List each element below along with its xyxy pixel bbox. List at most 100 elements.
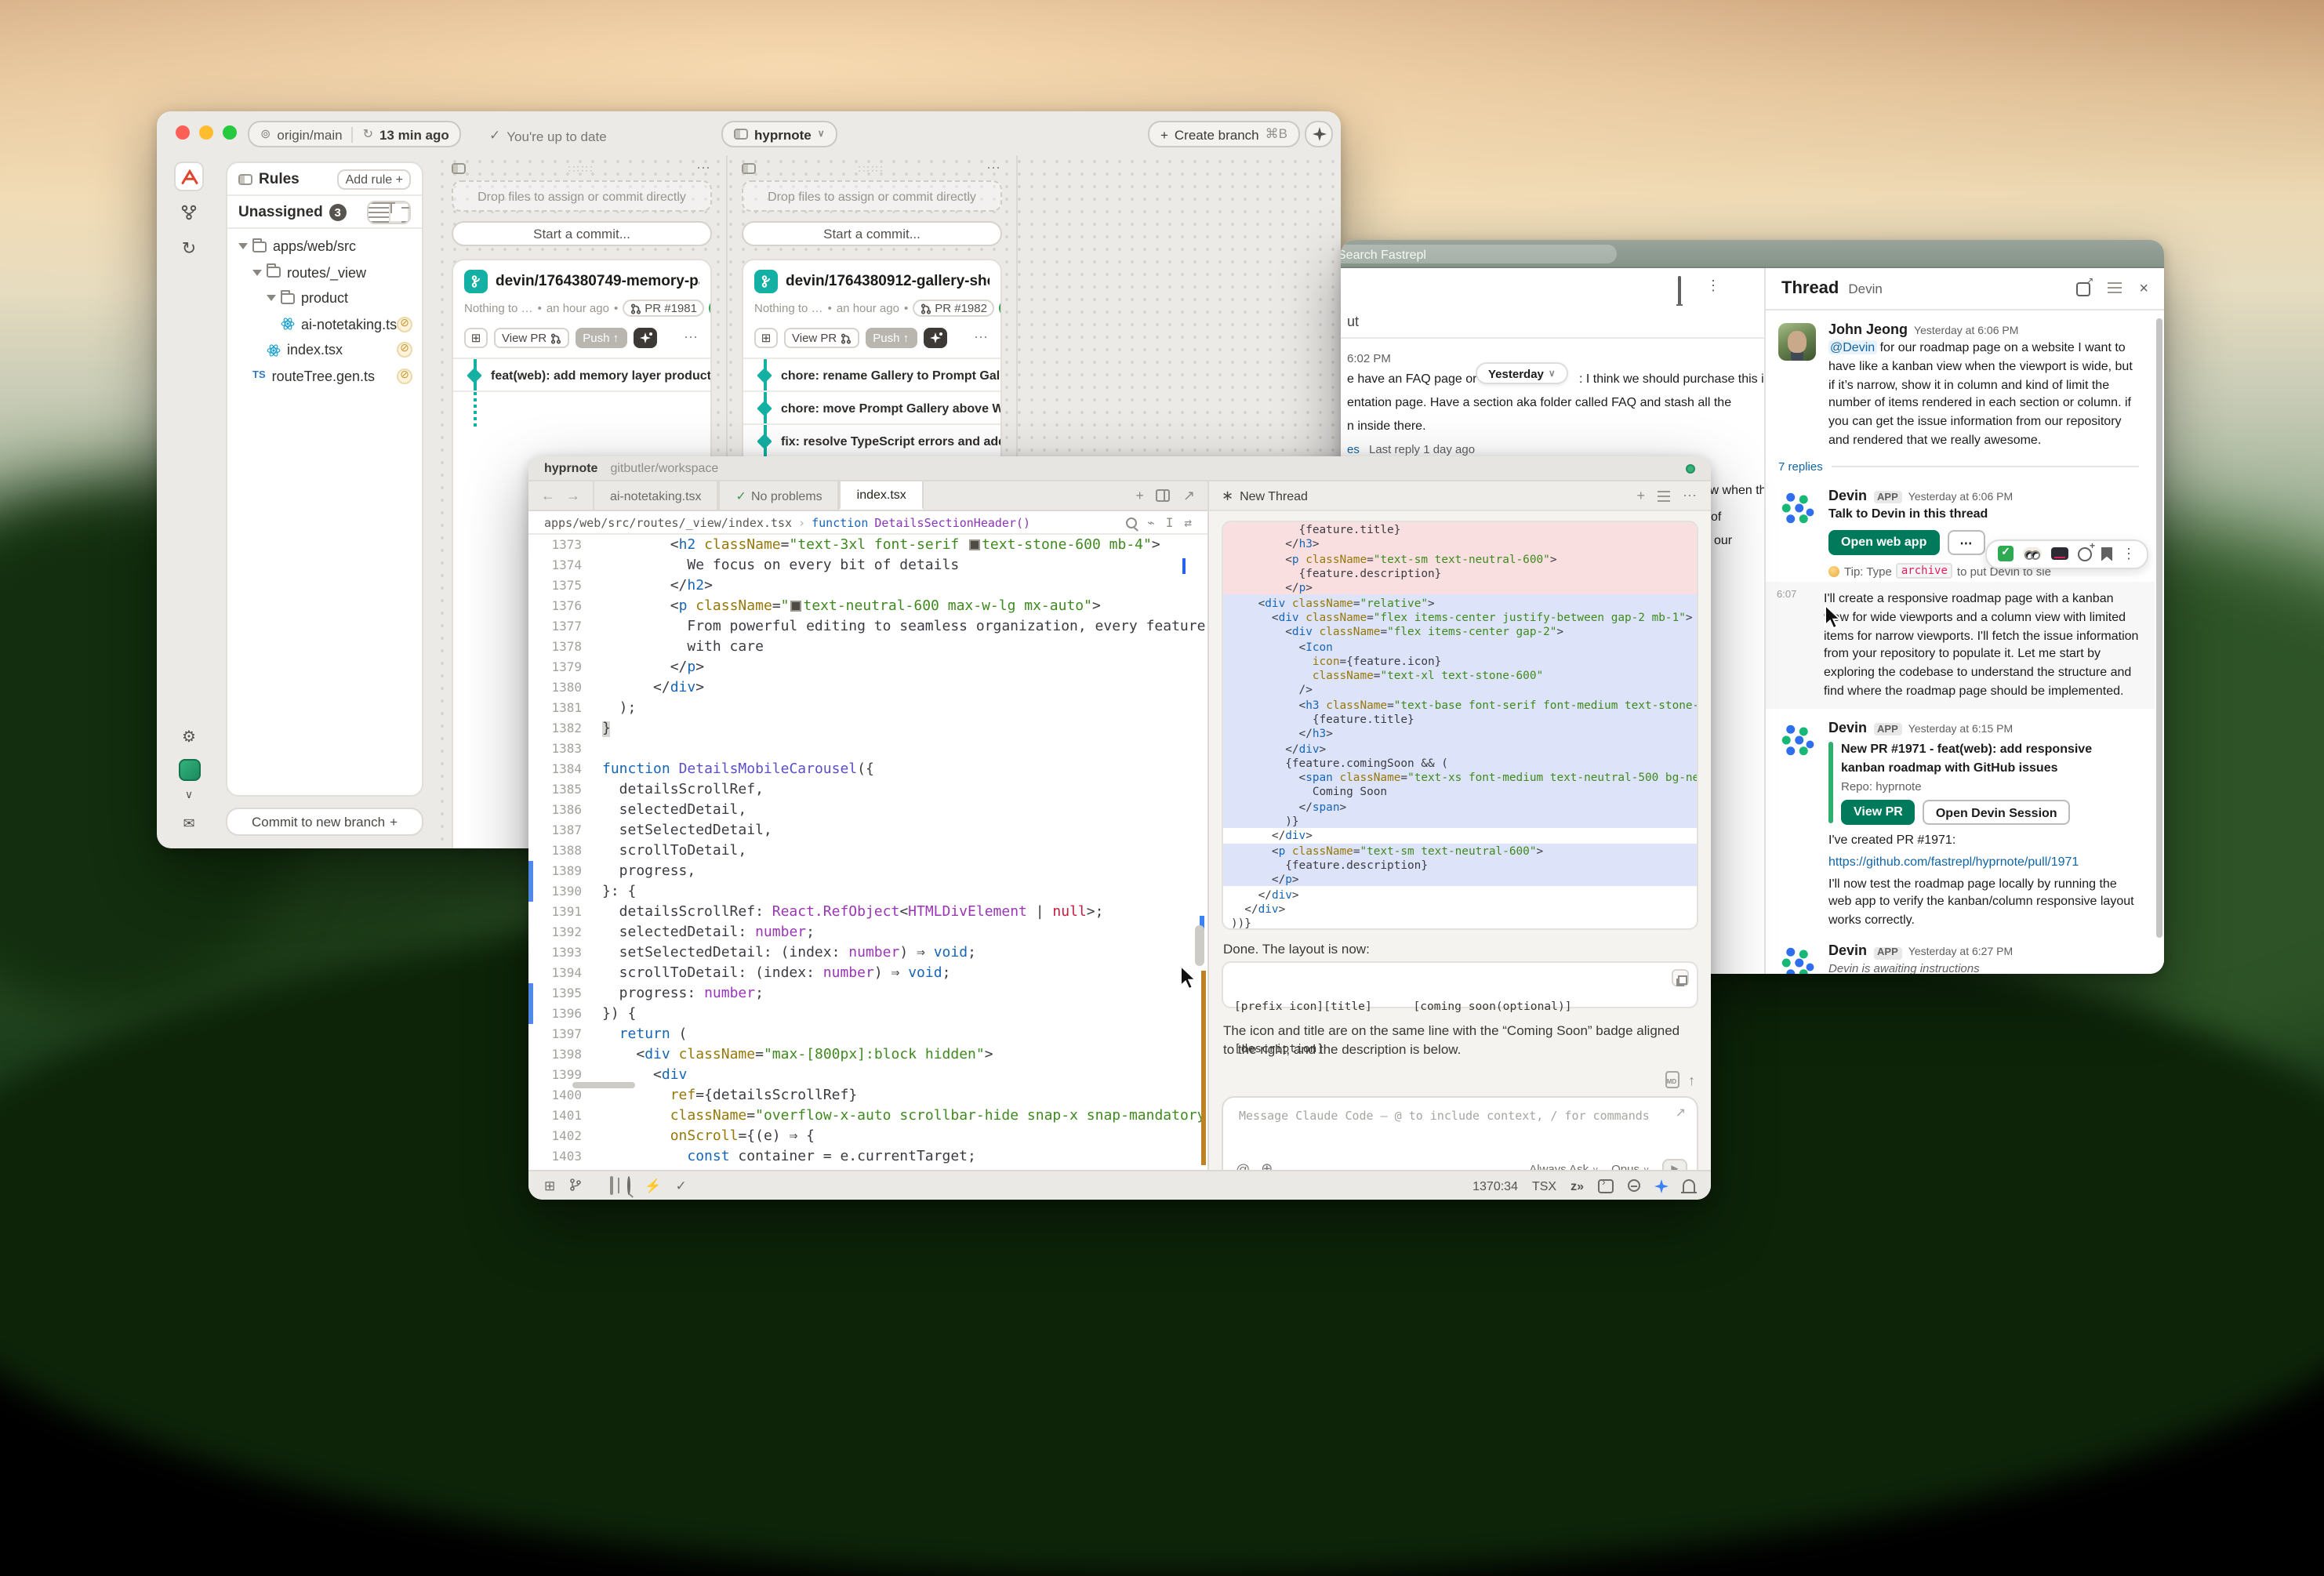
tasks-done-icon[interactable]: ✓ (675, 1177, 686, 1194)
start-commit-button[interactable]: Start a commit... (742, 221, 1002, 246)
check-reaction-icon[interactable]: ✓ (1998, 547, 2014, 562)
replies-link-fragment[interactable]: es (1347, 442, 1360, 456)
lane-menu-icon[interactable]: ⋯ (986, 160, 1002, 177)
mention-chip[interactable]: @Devin (1828, 340, 1876, 354)
more-actions-icon[interactable]: ⋮ (2122, 546, 2136, 563)
selection-icon[interactable]: ⌁ (1147, 515, 1155, 529)
breadcrumb[interactable]: apps/web/src/routes/_view/index.tsx › fu… (528, 511, 1207, 535)
avatar-devin[interactable] (1778, 945, 1816, 974)
project-name[interactable]: hyprnote (544, 461, 597, 475)
timestamp[interactable]: 6:07 (1777, 590, 1796, 601)
author-name[interactable]: Devin (1828, 488, 1867, 503)
close-thread-icon[interactable]: × (2139, 280, 2148, 297)
search-input[interactable]: Search Fastrepl (1341, 245, 1617, 263)
expand-composer-icon[interactable]: ↗ (1676, 1106, 1686, 1120)
nav-back-icon[interactable]: ← (541, 488, 555, 503)
pr-link[interactable]: https://github.com/fastrepl/hyprnote/pul… (1828, 855, 2139, 869)
scroll-up-icon[interactable]: ↑ (1688, 1072, 1695, 1088)
push-button[interactable]: Push ↑ (865, 328, 917, 348)
drop-files-zone[interactable]: Drop files to assign or commit directly (452, 180, 712, 212)
thread-scrollbar[interactable] (2156, 318, 2162, 938)
branch-menu-icon[interactable]: ⋯ (684, 329, 699, 347)
commit-action-icon[interactable]: ⊞ (754, 328, 778, 348)
search-icon[interactable] (627, 1178, 630, 1193)
panel-menu-icon[interactable]: ⋯ (1683, 487, 1698, 504)
close-button[interactable] (176, 125, 190, 140)
zoom-button[interactable] (223, 125, 237, 140)
drag-handle-icon[interactable]: ∷∷∷ (859, 162, 884, 175)
history-view-button[interactable]: ↻ (174, 234, 204, 263)
new-tab-icon[interactable]: + (1135, 488, 1144, 503)
collab-status-icon[interactable] (1686, 463, 1695, 473)
branches-view-button[interactable] (174, 198, 204, 227)
view-pr-button[interactable]: View PR (784, 328, 859, 348)
search-icon[interactable] (1125, 517, 1136, 528)
open-web-app-button[interactable]: Open web app (1828, 530, 1939, 555)
notification-bell-icon[interactable] (1683, 1179, 1695, 1192)
collab-panel-icon[interactable] (610, 1178, 613, 1193)
author-name[interactable]: Devin (1828, 720, 1867, 735)
commit-row[interactable]: chore: move Prompt Gallery above Workflo… (743, 392, 1000, 425)
branch-name[interactable]: devin/1764380749-memory-page (496, 273, 699, 290)
branch-name[interactable]: gitbutler/workspace (610, 461, 718, 475)
more-options-icon[interactable]: ⋮ (1706, 278, 1720, 306)
git-panel-icon[interactable] (569, 1177, 582, 1194)
push-button[interactable]: Push ↑ (575, 328, 626, 348)
author-name[interactable]: John Jeong (1828, 321, 1908, 337)
lane-menu-icon[interactable]: ⋯ (696, 160, 712, 177)
actions-icon[interactable]: ⚡ (645, 1177, 661, 1194)
view-pr-button[interactable]: View PR (1841, 801, 1915, 826)
branch-name[interactable]: devin/1764380912-gallery-shortcuts (786, 273, 990, 290)
diagnostics-indicator[interactable]: ✓No problems (719, 481, 840, 510)
nav-forward-icon[interactable]: → (566, 488, 580, 503)
tree-item-ai-notetaking-tsx[interactable]: ai-notetaking.tsx⊘ (227, 311, 422, 337)
settings-button[interactable]: ⚙ (174, 723, 204, 753)
cursor-position[interactable]: 1370:34 (1472, 1178, 1518, 1193)
notification-bell-icon[interactable] (1678, 278, 1681, 306)
horizontal-scrollbar-thumb[interactable] (572, 1082, 635, 1088)
markdown-icon[interactable]: MD (1665, 1071, 1679, 1088)
debug-icon[interactable] (1628, 1179, 1640, 1192)
more-actions-button[interactable]: ⋯ (1947, 530, 1984, 555)
composer-input[interactable] (1236, 1107, 1665, 1124)
pr-number-pill[interactable]: PR #1982 (913, 300, 995, 317)
copy-icon[interactable] (1672, 969, 1689, 986)
open-devin-session-button[interactable]: Open Devin Session (1923, 801, 2070, 826)
drop-files-zone[interactable]: Drop files to assign or commit directly (742, 180, 1002, 212)
thread-filter-icon[interactable] (2108, 282, 2122, 295)
avatar-devin[interactable] (1778, 721, 1816, 759)
project-selector[interactable]: hyprnote ∨ (721, 121, 837, 147)
commit-to-new-branch-button[interactable]: Commit to new branch+ (226, 808, 423, 836)
scrollbar-thumb[interactable] (1195, 925, 1204, 966)
avatar-john[interactable] (1778, 323, 1816, 361)
gitbutler-assistant-icon[interactable] (178, 759, 200, 781)
open-in-window-icon[interactable] (2076, 281, 2090, 296)
minimize-button[interactable] (199, 125, 213, 140)
date-divider-pill[interactable]: Yesterday∨ (1476, 362, 1568, 384)
commit-action-icon[interactable]: ⊞ (464, 328, 488, 348)
bookmark-icon[interactable] (2101, 547, 2112, 561)
commit-row[interactable]: fix: resolve TypeScript errors and add r… (743, 425, 1000, 458)
eyes-reaction-icon[interactable] (2023, 548, 2042, 561)
cursor-icon[interactable]: I (1166, 515, 1174, 529)
technologist-reaction-icon[interactable] (2051, 548, 2068, 561)
diff-toggle-icon[interactable]: ⇄ (1184, 515, 1192, 529)
tab-ai-notetaking[interactable]: ai-notetaking.tsx (593, 481, 719, 510)
add-rule-button[interactable]: Add rule + (338, 169, 411, 189)
language-mode[interactable]: TSX (1532, 1178, 1556, 1193)
tree-view-icon[interactable] (389, 202, 409, 222)
ai-commit-button[interactable] (923, 328, 946, 348)
view-pr-button[interactable]: View PR (494, 328, 568, 348)
remote-status-pill[interactable]: ⊚ origin/main ↻ 13 min ago (248, 121, 462, 147)
tab-index-tsx[interactable]: index.tsx (840, 481, 924, 510)
list-view-icon[interactable] (369, 202, 389, 222)
ai-commit-button[interactable] (633, 328, 656, 348)
split-pane-icon[interactable] (1157, 489, 1171, 502)
ai-actions-button[interactable] (1305, 121, 1333, 147)
add-reaction-icon[interactable] (2078, 547, 2092, 561)
channel-tab-fragment[interactable]: ut (1347, 314, 1359, 329)
view-mode-toggle[interactable] (367, 200, 411, 223)
author-name[interactable]: Devin (1828, 943, 1867, 959)
tree-item-index-tsx[interactable]: index.tsx⊘ (227, 337, 422, 363)
tree-item-apps-web-src[interactable]: apps/web/src (227, 234, 422, 260)
